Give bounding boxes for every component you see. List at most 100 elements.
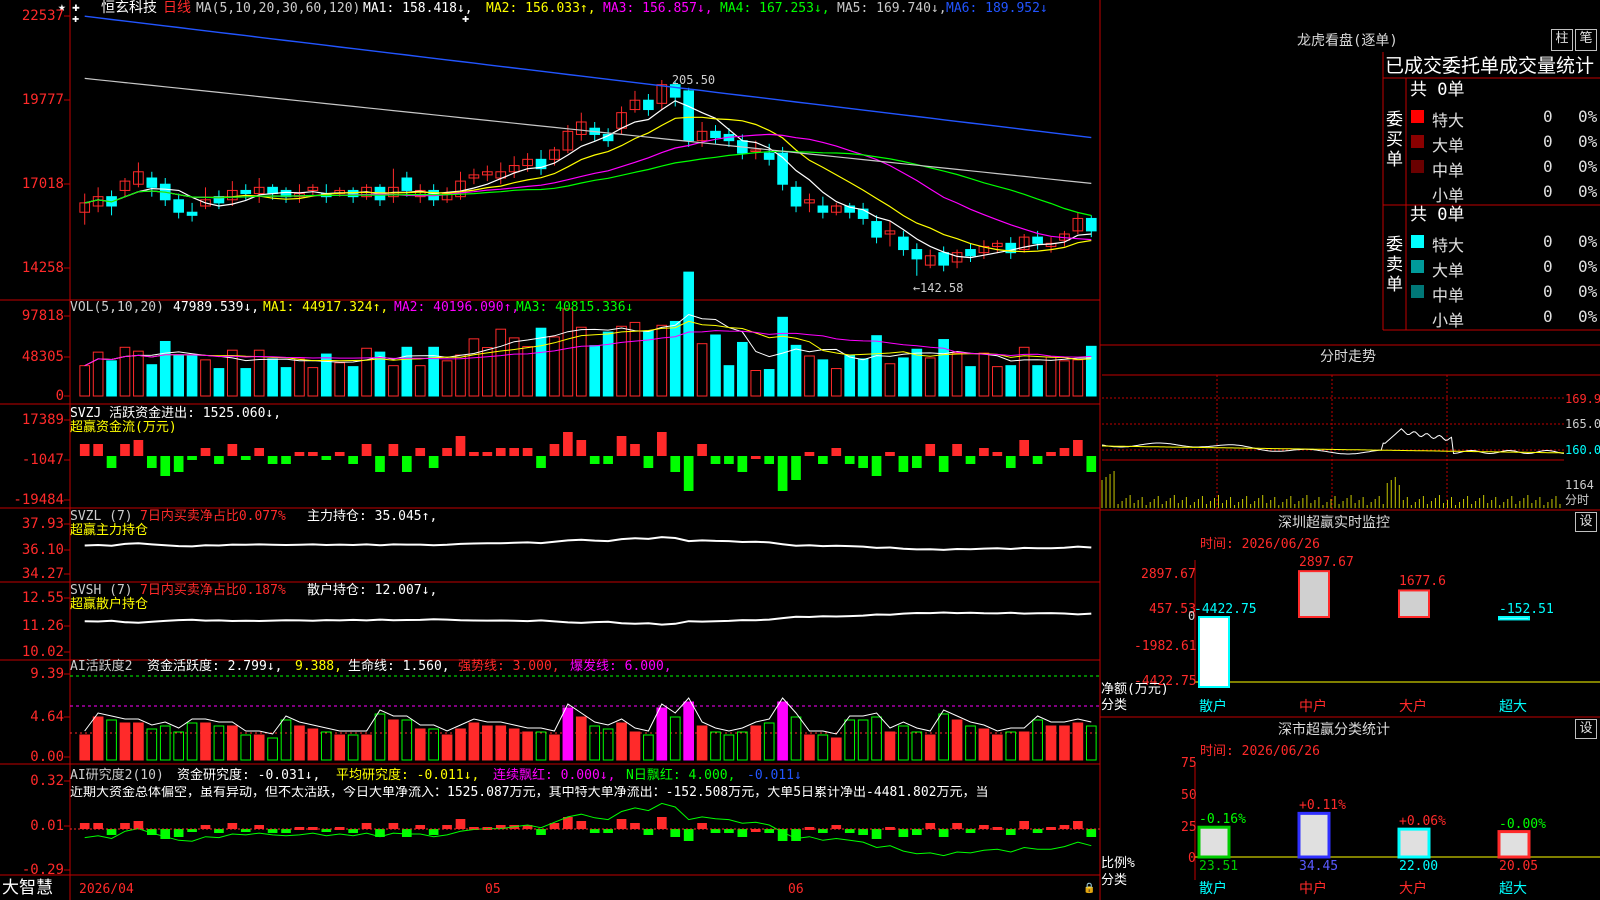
svzj-bar-28 [455,436,466,456]
cls-bar-1 [1297,811,1331,859]
candle-body-5 [146,177,158,188]
svzj-bar-34 [536,456,546,468]
volume-bar-32 [508,337,520,397]
sell-row-swatch-2 [1411,285,1424,298]
buy-row-swatch-2 [1411,160,1424,173]
research-bar-40 [616,819,627,829]
sz-tick-3: -1982.61 [1134,639,1197,654]
svzj-bar-9 [200,448,211,456]
research-bar-11 [227,823,238,829]
sz-settings-button[interactable]: 设 [1575,512,1597,532]
sz-bar-label-1: 中户 [1299,699,1327,715]
ai-res-nred: N日飘红: 4.000, [626,768,736,783]
tick-mode-button[interactable]: 笔 [1575,29,1597,51]
volume-bar-44 [669,320,681,397]
y-tick-0-1: 19777 [21,92,64,108]
buy-row-num-2: 0 [1543,157,1553,176]
candle-body-66 [965,249,976,257]
stock-name[interactable]: 恒玄科技 [101,1,157,15]
svzj-bar-15 [281,456,291,464]
research-bar-47 [710,829,721,833]
bar-mode-button[interactable]: 柱 [1551,29,1573,51]
svzj-bar-6 [160,456,171,476]
activity-bar-33 [522,731,533,761]
activity-bar-55 [817,734,829,761]
svzj-bar-60 [885,452,895,456]
activity-bar-64 [938,713,949,761]
activity-bar-17 [307,728,319,761]
buy-row-num-1: 0 [1543,132,1553,151]
buy-row-swatch-1 [1411,135,1424,148]
research-bar-13 [254,825,265,829]
x-axis-label-3: 06 [788,882,804,897]
sell-row-pct-0: 0% [1578,232,1598,251]
volume-bar-21 [361,347,372,397]
cls-tick-4: 0 [1188,851,1196,866]
volume-bar-56 [830,368,842,397]
svzj-bar-36 [563,432,573,456]
research-bar-9 [200,825,211,829]
y-tick-5-2: 0.00 [30,749,64,765]
activity-bar-25 [414,728,426,761]
volume-bar-61 [898,357,909,397]
y-tick-1-1: 48305 [21,349,64,365]
sz-bar-2 [1398,589,1430,618]
svzj-bar-32 [509,448,520,456]
svzj-label: SVZJ 活跃资金进出: 1525.060↓, [70,406,282,421]
sell-row-name-1: 大单 [1432,261,1465,280]
volume-bar-4 [133,350,144,397]
ai-act-strong: 强势线: 3.000, [458,659,560,674]
cls-bar-label-1: 中户 [1299,881,1327,897]
volume-bar-66 [965,366,976,397]
volume-bar-51 [763,369,775,397]
volume-bar-43 [656,324,668,397]
candle-body-8 [186,211,198,216]
lock-icon[interactable]: 🔒 [1083,884,1095,894]
cls-bar-change-2: +0.06% [1399,814,1446,830]
ma5-value: MA5: 169.740↓, [837,1,947,16]
x-axis-label-1: 2026/04 [79,882,134,897]
activity-bar-19 [334,734,346,761]
svzj-bar-59 [871,456,882,476]
svzj-bar-7 [173,456,184,472]
candle-body-62 [911,249,923,260]
activity-bar-68 [992,734,1003,761]
volume-bar-54 [804,355,815,397]
activity-bar-18 [320,731,332,761]
cls-bar-change-1: +0.11% [1299,798,1346,814]
y-tick-2-1: -1047 [21,452,64,468]
sz-bar-label-2: 大户 [1399,699,1427,715]
activity-bar-50 [750,725,762,761]
volume-bar-0 [79,365,91,397]
volume-bar-59 [871,335,882,397]
activity-bar-43 [656,707,668,761]
candle-body-14 [267,186,278,195]
period-label[interactable]: 日线 [163,1,191,15]
high-annotation: 205.50 [672,73,715,87]
vol-ma3: MA3: 40815.336↓ [516,300,634,315]
vol-value: 47989.539↓, [173,300,260,315]
research-bar-28 [455,819,466,829]
svzj-bar-38 [589,456,600,464]
cls-settings-button[interactable]: 设 [1575,719,1597,739]
ma-params: MA(5,10,20,30,60,120) [196,1,361,16]
research-bar-10 [214,829,224,833]
svzl-label: SVZL (7) [70,509,133,524]
y-tick-4-2: 10.02 [21,644,64,660]
svzj-bar-20 [348,456,358,464]
volume-bar-52 [777,316,788,397]
sz-bar-value-0: -4422.75 [1194,602,1257,617]
volume-bar-30 [482,347,493,397]
research-bar-68 [992,827,1003,830]
volume-bar-16 [294,358,305,397]
research-bar-55 [818,829,828,833]
buy-row-num-0: 0 [1543,107,1553,126]
ma20-line [84,133,1092,241]
volume-bar-72 [1045,356,1057,397]
brand-logo[interactable]: 大智慧 [2,880,53,897]
buy-row-num-3: 0 [1543,182,1553,201]
svzl-sub: 超赢主力持仓 [70,523,149,538]
volume-bar-42 [643,330,654,397]
activity-bar-37 [575,716,587,761]
svzj-bar-62 [911,456,922,468]
